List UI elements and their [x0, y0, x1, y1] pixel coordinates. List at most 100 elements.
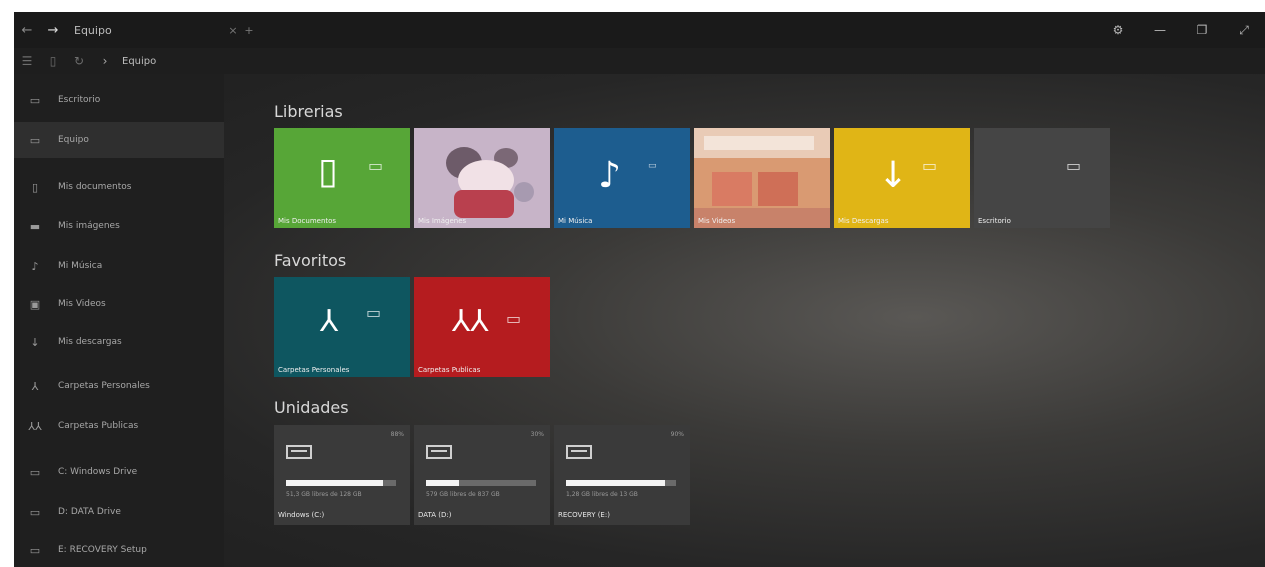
sidebar-item-label: D: DATA Drive — [58, 507, 121, 517]
maximize-button[interactable]: ❐ — [1181, 12, 1223, 48]
user-icon: ⅄ — [31, 379, 39, 393]
tile-downloads[interactable]: ↓ ▭ Mis Descargas — [834, 128, 970, 228]
drive-usage-label: 30% — [530, 431, 544, 438]
sidebar-item-label: Carpetas Publicas — [58, 421, 139, 431]
tile-desktop[interactable]: ▭ Escritorio — [974, 128, 1110, 228]
new-tab-button[interactable]: + — [242, 24, 256, 37]
download-icon: ↓ — [30, 335, 40, 349]
tile-label: Escritorio — [978, 217, 1011, 225]
sidebar-item-drive-d[interactable]: ▭ D: DATA Drive — [14, 494, 224, 530]
tile-label: Mis Descargas — [838, 217, 889, 225]
section-title-libraries: Librerias — [274, 102, 343, 121]
sidebar-item-documents[interactable]: ▯ Mis documentos — [14, 169, 224, 205]
folder-icon: ▭ — [506, 309, 522, 328]
document-icon: ▯ — [318, 151, 338, 192]
sidebar-item-public-folders[interactable]: ⅄⅄ Carpetas Publicas — [14, 408, 224, 444]
gear-icon[interactable]: ⚙ — [1097, 12, 1139, 48]
drive-usage-fill — [286, 480, 383, 486]
drive-free-space: 1,28 GB libres de 13 GB — [566, 491, 638, 498]
folder-icon: ▭ — [368, 156, 384, 175]
drive-free-space: 51,3 GB libres de 128 GB — [286, 491, 362, 498]
breadcrumb-separator: › — [102, 54, 108, 68]
tile-label: Carpetas Personales — [278, 366, 350, 374]
toolbar: ☰ ▯ ↻ › Equipo — [14, 48, 1265, 74]
back-arrow-icon[interactable]: ← — [14, 12, 40, 48]
user-icon: ⅄ — [320, 304, 339, 339]
menu-icon[interactable]: ☰ — [14, 54, 40, 68]
main-content: Librerias ▯ ▭ Mis Documentos Mis Imágene… — [224, 74, 1265, 567]
drive-icon: ▭ — [29, 465, 41, 479]
drive-tile-d[interactable]: 30% 579 GB libres de 837 GB DATA (D:) — [414, 425, 550, 525]
drive-usage-bar — [286, 480, 396, 486]
sidebar-item-label: Carpetas Personales — [58, 381, 150, 391]
video-icon: ▣ — [29, 297, 41, 311]
tile-label: Mi Música — [558, 217, 593, 225]
download-icon: ↓ — [878, 155, 909, 196]
drive-icon: ▭ — [29, 505, 41, 519]
hard-drive-icon — [566, 445, 592, 459]
drive-usage-label: 88% — [390, 431, 404, 438]
tile-videos[interactable]: Mis Videos — [694, 128, 830, 228]
folder-icon: ▭ — [648, 161, 657, 171]
drive-name: DATA (D:) — [418, 511, 452, 519]
folder-icon: ▭ — [366, 303, 382, 322]
section-title-drives: Unidades — [274, 398, 349, 417]
sidebar-item-label: Escritorio — [58, 95, 101, 105]
sidebar-item-label: Mis Videos — [58, 299, 106, 309]
sidebar-item-label: Equipo — [58, 135, 89, 145]
sidebar-item-computer[interactable]: ▭ Equipo — [14, 122, 224, 158]
tile-personal-folders[interactable]: ⅄ ▭ Carpetas Personales — [274, 277, 410, 377]
drive-name: Windows (C:) — [278, 511, 325, 519]
sidebar-item-videos[interactable]: ▣ Mis Videos — [14, 286, 224, 322]
sidebar-item-drive-c[interactable]: ▭ C: Windows Drive — [14, 454, 224, 490]
drive-usage-label: 90% — [670, 431, 684, 438]
sidebar-item-desktop[interactable]: ▭ Escritorio — [14, 82, 224, 118]
expand-icon[interactable]: ⤢ — [1223, 12, 1265, 48]
tile-music[interactable]: ♪ ▭ Mi Música — [554, 128, 690, 228]
section-title-favorites: Favoritos — [274, 251, 347, 270]
tile-documents[interactable]: ▯ ▭ Mis Documentos — [274, 128, 410, 228]
forward-arrow-icon[interactable]: → — [40, 12, 66, 48]
drive-tile-e[interactable]: 90% 1,28 GB libres de 13 GB RECOVERY (E:… — [554, 425, 690, 525]
tile-pictures[interactable]: Mis Imágenes — [414, 128, 550, 228]
sidebar-item-personal-folders[interactable]: ⅄ Carpetas Personales — [14, 368, 224, 404]
drive-usage-bar — [426, 480, 536, 486]
title-bar: ← → Equipo × + ⚙ — ❐ ⤢ — [14, 12, 1265, 48]
tile-label: Mis Videos — [698, 217, 736, 225]
drive-usage-fill — [426, 480, 459, 486]
refresh-icon[interactable]: ↻ — [66, 54, 92, 68]
drive-name: RECOVERY (E:) — [558, 511, 610, 519]
sidebar-item-label: E: RECOVERY Setup — [58, 545, 147, 555]
sidebar-item-label: Mis documentos — [58, 182, 132, 192]
users-icon: ⅄⅄ — [28, 419, 42, 433]
tile-label: Carpetas Publicas — [418, 366, 481, 374]
sidebar-item-drive-e[interactable]: ▭ E: RECOVERY Setup — [14, 532, 224, 567]
sidebar-item-music[interactable]: ♪ Mi Música — [14, 248, 224, 284]
users-icon: ⅄⅄ — [452, 304, 489, 339]
desktop-icon: ▭ — [29, 93, 41, 107]
drive-tile-c[interactable]: 88% 51,3 GB libres de 128 GB Windows (C:… — [274, 425, 410, 525]
picture-icon: ▬ — [29, 219, 41, 233]
copy-icon[interactable]: ▯ — [40, 54, 66, 68]
sidebar-item-pictures[interactable]: ▬ Mis imágenes — [14, 208, 224, 244]
music-note-icon: ♪ — [31, 259, 39, 273]
minimize-button[interactable]: — — [1139, 12, 1181, 48]
sidebar: ▭ Escritorio ▭ Equipo ▯ Mis documentos ▬… — [14, 74, 224, 567]
tile-label: Mis Imágenes — [418, 217, 467, 225]
tab-close-icon[interactable]: × — [226, 24, 240, 37]
breadcrumb[interactable]: Equipo — [122, 56, 156, 67]
file-explorer-window: ← → Equipo × + ⚙ — ❐ ⤢ ☰ ▯ ↻ › Equipo ▭ … — [14, 12, 1265, 567]
hard-drive-icon — [286, 445, 312, 459]
sidebar-item-label: Mi Música — [58, 261, 103, 271]
music-note-icon: ♪ — [598, 155, 621, 196]
tile-label: Mis Documentos — [278, 217, 337, 225]
tile-public-folders[interactable]: ⅄⅄ ▭ Carpetas Publicas — [414, 277, 550, 377]
tab-title[interactable]: Equipo — [74, 24, 224, 37]
sidebar-item-label: C: Windows Drive — [58, 467, 138, 477]
computer-icon: ▭ — [29, 133, 41, 147]
picture-thumbnail-icon — [446, 147, 534, 218]
folder-icon: ▭ — [1066, 156, 1082, 175]
video-thumbnail-icon — [694, 128, 830, 228]
sidebar-item-downloads[interactable]: ↓ Mis descargas — [14, 324, 224, 360]
folder-icon: ▭ — [922, 156, 938, 175]
